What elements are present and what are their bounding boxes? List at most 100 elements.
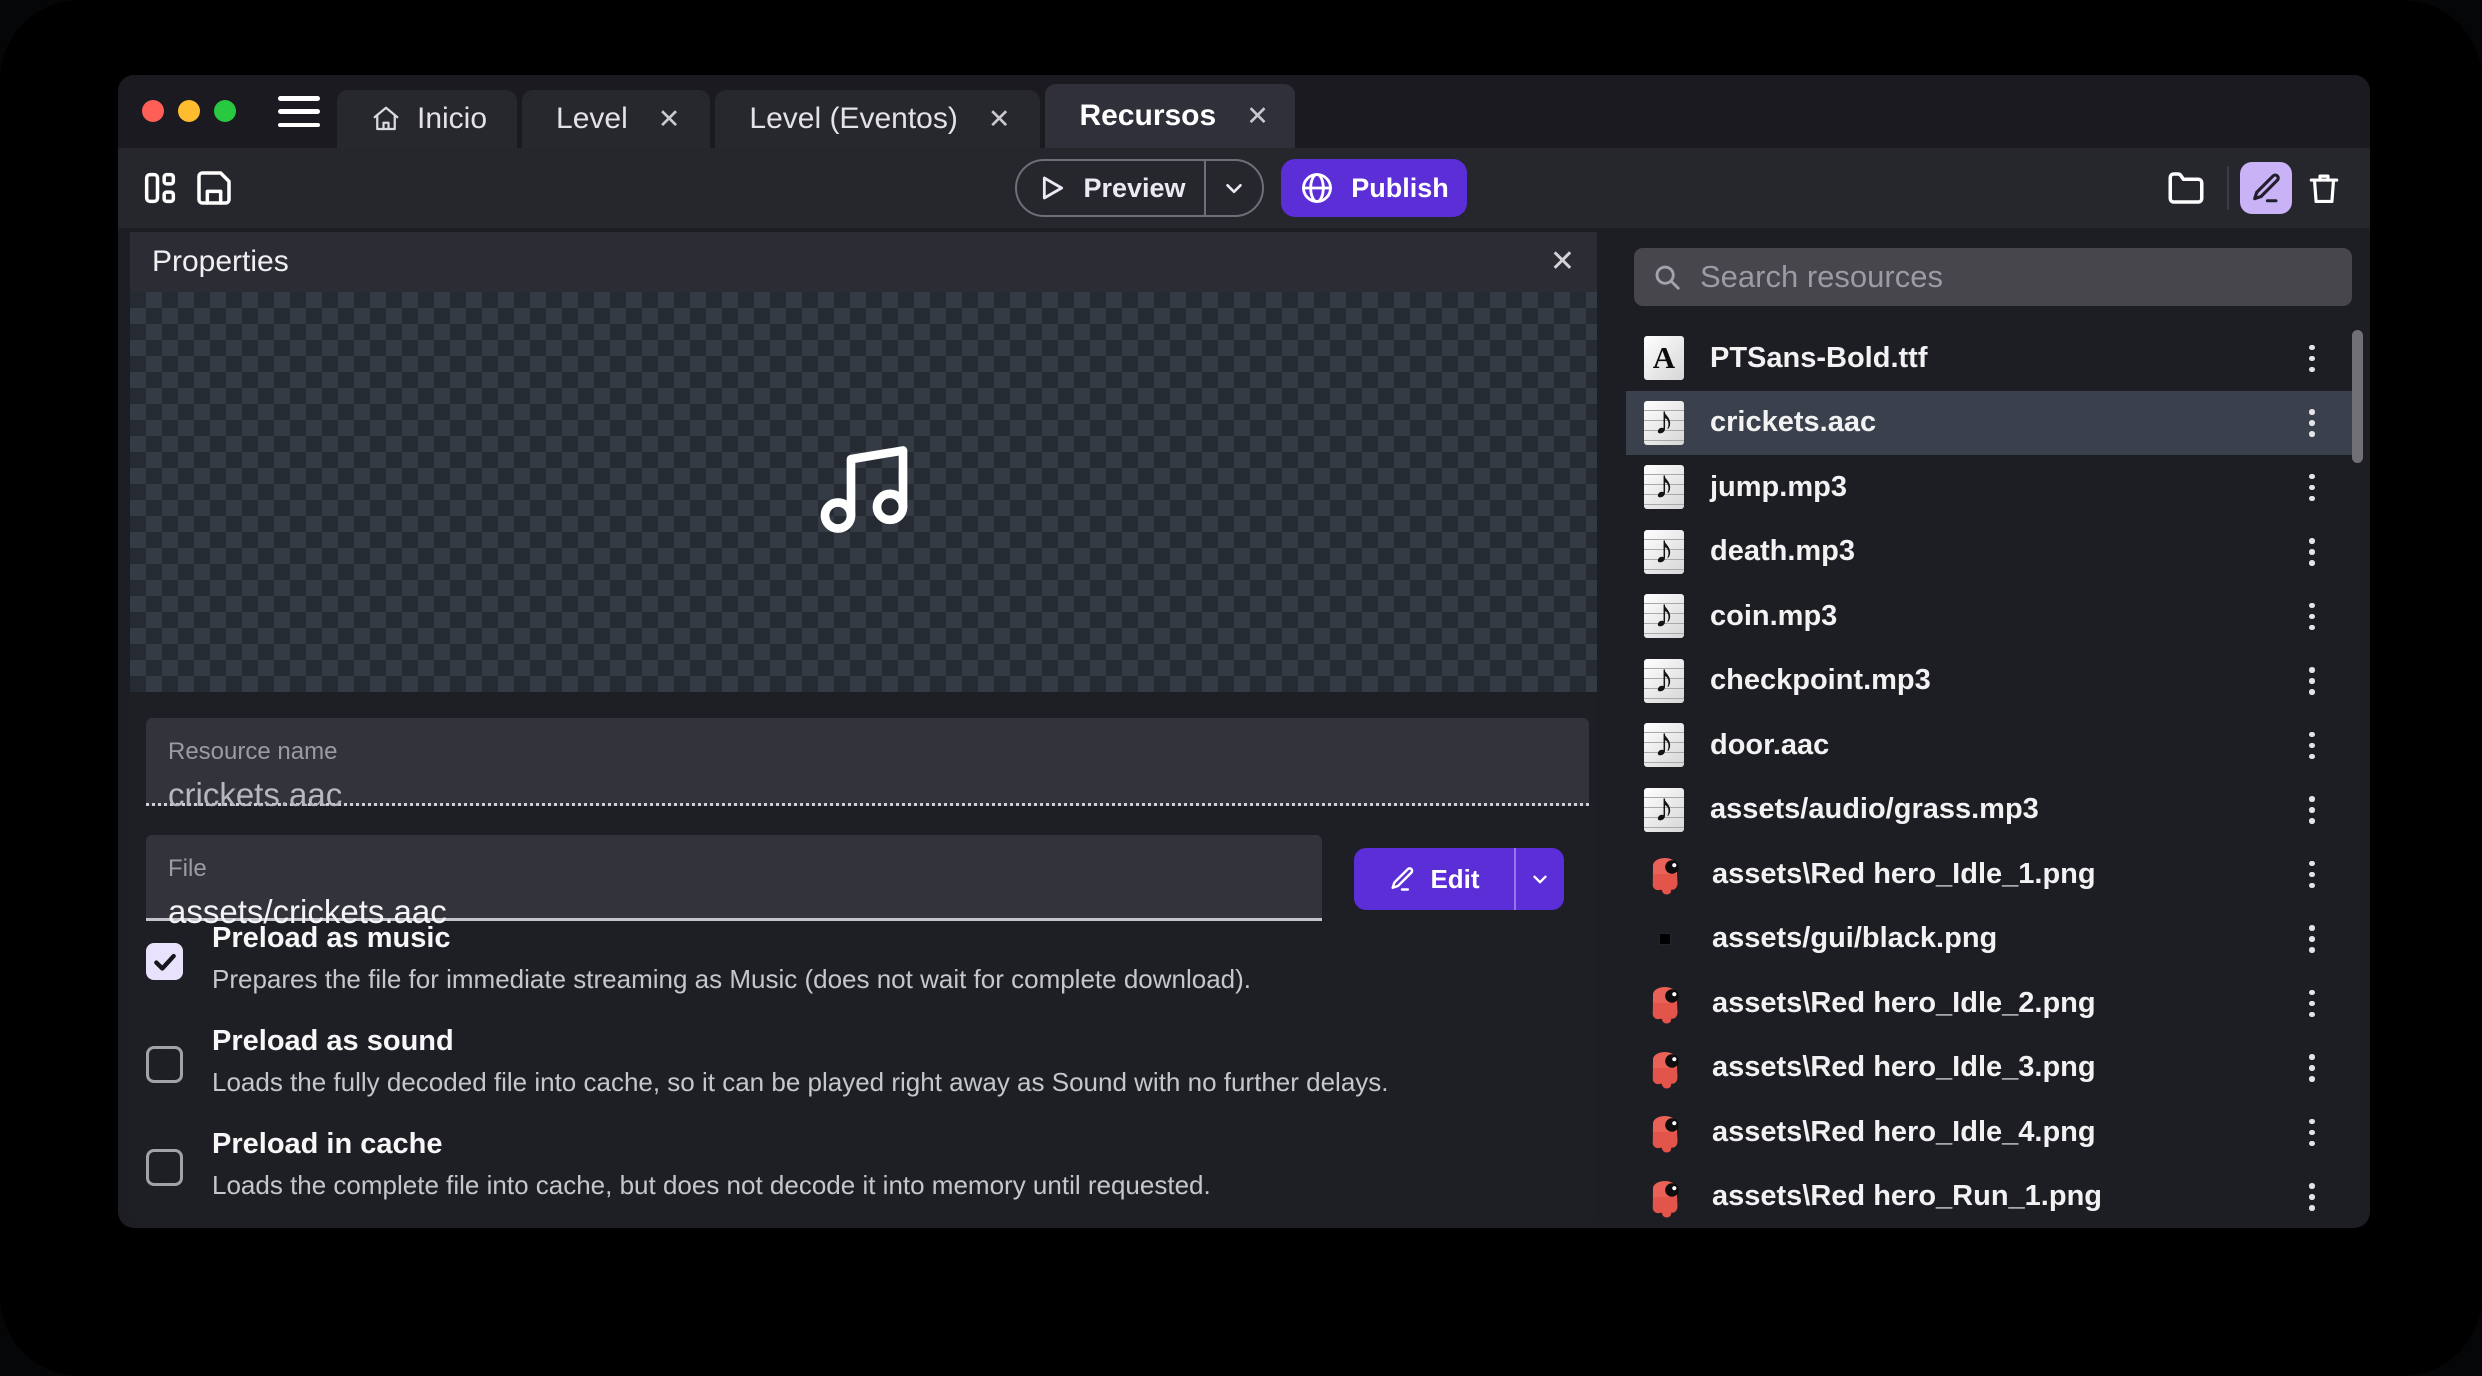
resource-options-menu-button[interactable] <box>2292 465 2332 509</box>
edit-options-button[interactable] <box>1516 848 1564 910</box>
audio-file-icon: ♪ <box>1644 465 1684 509</box>
properties-title: Properties <box>152 245 289 279</box>
tab-bar: Inicio Level ✕ Level (Eventos) ✕ Recurso… <box>337 84 1295 148</box>
black-image-icon <box>1644 917 1686 961</box>
resource-list-item[interactable]: A PTSans-Bold.ttf <box>1626 326 2356 391</box>
resource-options-menu-button[interactable] <box>2292 336 2332 380</box>
resource-list-item[interactable]: assets\Red hero_Idle_3.png <box>1626 1036 2356 1101</box>
preview-options-button[interactable] <box>1206 161 1262 215</box>
publish-label: Publish <box>1351 173 1449 204</box>
chevron-down-icon <box>1529 868 1551 890</box>
resource-options-menu-button[interactable] <box>2292 917 2332 961</box>
save-button[interactable] <box>192 166 236 210</box>
main-menu-button[interactable] <box>278 96 320 127</box>
resource-options-menu-button[interactable] <box>2292 1110 2332 1154</box>
resource-name-field[interactable]: Resource name crickets.aac <box>146 718 1589 806</box>
publish-button[interactable]: Publish <box>1281 159 1467 217</box>
tab[interactable]: Inicio <box>337 90 517 148</box>
edit-mode-button[interactable] <box>2240 162 2292 214</box>
resource-name: assets\Red hero_Idle_3.png <box>1712 1051 2096 1084</box>
resource-options-menu-button[interactable] <box>2292 723 2332 767</box>
check-icon <box>152 949 178 975</box>
screen-background: Inicio Level ✕ Level (Eventos) ✕ Recurso… <box>0 0 2482 1376</box>
resource-list-item[interactable]: ♪ death.mp3 <box>1626 520 2356 585</box>
resource-list-item[interactable]: assets\Red hero_Run_1.png <box>1626 1165 2356 1229</box>
resource-list-item[interactable]: ♪ assets/audio/grass.mp3 <box>1626 778 2356 843</box>
resource-options-menu-button[interactable] <box>2292 401 2332 445</box>
pencil-icon <box>2249 171 2283 205</box>
delete-button[interactable] <box>2302 166 2346 210</box>
resource-list-item[interactable]: assets\Red hero_Idle_4.png <box>1626 1100 2356 1165</box>
tab-close-icon[interactable]: ✕ <box>1246 103 1269 130</box>
resource-name: assets\Red hero_Idle_2.png <box>1712 987 2096 1020</box>
search-resources-input[interactable] <box>1700 259 2334 295</box>
toolbar: Preview Publish <box>118 148 2370 228</box>
font-file-icon: A <box>1644 336 1684 380</box>
tab-label: Inicio <box>417 102 487 136</box>
properties-close-icon[interactable]: ✕ <box>1550 247 1575 277</box>
resource-name: checkpoint.mp3 <box>1710 664 1931 697</box>
audio-file-icon: ♪ <box>1644 594 1684 638</box>
tab[interactable]: Recursos ✕ <box>1045 84 1294 148</box>
resource-name: door.aac <box>1710 729 1829 762</box>
properties-header: Properties ✕ <box>130 232 1597 292</box>
resource-name: assets\Red hero_Idle_1.png <box>1712 858 2096 891</box>
resource-list-item[interactable]: assets/gui/black.png <box>1626 907 2356 972</box>
resource-list-item[interactable]: ♪ door.aac <box>1626 713 2356 778</box>
close-window-button[interactable] <box>142 100 164 122</box>
preload-checkbox[interactable] <box>146 1046 183 1083</box>
preload-option-description: Prepares the file for immediate streamin… <box>212 964 1251 995</box>
edit-split-button: Edit <box>1354 848 1564 910</box>
preload-option-label: Preload in cache <box>212 1128 1211 1161</box>
tab-close-icon[interactable]: ✕ <box>658 106 681 133</box>
resource-options-menu-button[interactable] <box>2292 659 2332 703</box>
red-hero-sprite-icon <box>1644 1046 1686 1090</box>
traffic-lights <box>142 100 236 122</box>
open-folder-button[interactable] <box>2164 166 2208 210</box>
pencil-icon <box>1388 865 1416 893</box>
toggle-panels-button[interactable] <box>138 166 182 210</box>
tab[interactable]: Level (Eventos) ✕ <box>715 90 1040 148</box>
globe-icon <box>1299 170 1335 206</box>
minimize-window-button[interactable] <box>178 100 200 122</box>
resource-options-menu-button[interactable] <box>2292 1175 2332 1219</box>
resource-options-menu-button[interactable] <box>2292 594 2332 638</box>
resource-options-menu-button[interactable] <box>2292 1046 2332 1090</box>
resource-list-item[interactable]: ♪ coin.mp3 <box>1626 584 2356 649</box>
tab-label: Level (Eventos) <box>749 102 957 136</box>
resource-options-menu-button[interactable] <box>2292 981 2332 1025</box>
resource-list-item[interactable]: ♪ checkpoint.mp3 <box>1626 649 2356 714</box>
resource-options-menu-button[interactable] <box>2292 788 2332 832</box>
resource-options-menu-button[interactable] <box>2292 852 2332 896</box>
tab[interactable]: Level ✕ <box>522 90 710 148</box>
resource-list-item[interactable]: ♪ jump.mp3 <box>1626 455 2356 520</box>
resource-name: crickets.aac <box>1710 406 1876 439</box>
resource-list-item[interactable]: assets\Red hero_Idle_1.png <box>1626 842 2356 907</box>
red-hero-sprite-icon <box>1644 1175 1686 1219</box>
folder-icon <box>2165 167 2207 209</box>
resource-list-scrollbar[interactable] <box>2352 330 2363 463</box>
red-hero-sprite-icon <box>1644 852 1686 896</box>
preload-option-row: Preload in cache Loads the complete file… <box>146 1128 1211 1201</box>
zoom-window-button[interactable] <box>214 100 236 122</box>
resource-list-item[interactable]: ♪ crickets.aac <box>1626 391 2356 456</box>
preload-checkbox[interactable] <box>146 1149 183 1186</box>
audio-file-icon: ♪ <box>1644 723 1684 767</box>
file-label: File <box>168 855 1300 883</box>
music-note-icon <box>812 438 916 547</box>
resource-name: assets/gui/black.png <box>1712 922 1997 955</box>
resource-options-menu-button[interactable] <box>2292 530 2332 574</box>
edit-label: Edit <box>1430 864 1479 895</box>
preview-button[interactable]: Preview <box>1017 161 1204 215</box>
chevron-down-icon <box>1221 175 1247 201</box>
title-bar: Inicio Level ✕ Level (Eventos) ✕ Recurso… <box>118 75 2370 148</box>
trash-icon <box>2305 169 2343 207</box>
tab-close-icon[interactable]: ✕ <box>988 106 1011 133</box>
app-window: Inicio Level ✕ Level (Eventos) ✕ Recurso… <box>118 75 2370 1228</box>
preload-checkbox[interactable] <box>146 943 183 980</box>
edit-button[interactable]: Edit <box>1354 848 1514 910</box>
resource-list-item[interactable]: assets\Red hero_Idle_2.png <box>1626 971 2356 1036</box>
preload-option-description: Loads the fully decoded file into cache,… <box>212 1067 1389 1098</box>
audio-file-icon: ♪ <box>1644 530 1684 574</box>
file-field[interactable]: File assets/crickets.aac <box>146 835 1322 921</box>
